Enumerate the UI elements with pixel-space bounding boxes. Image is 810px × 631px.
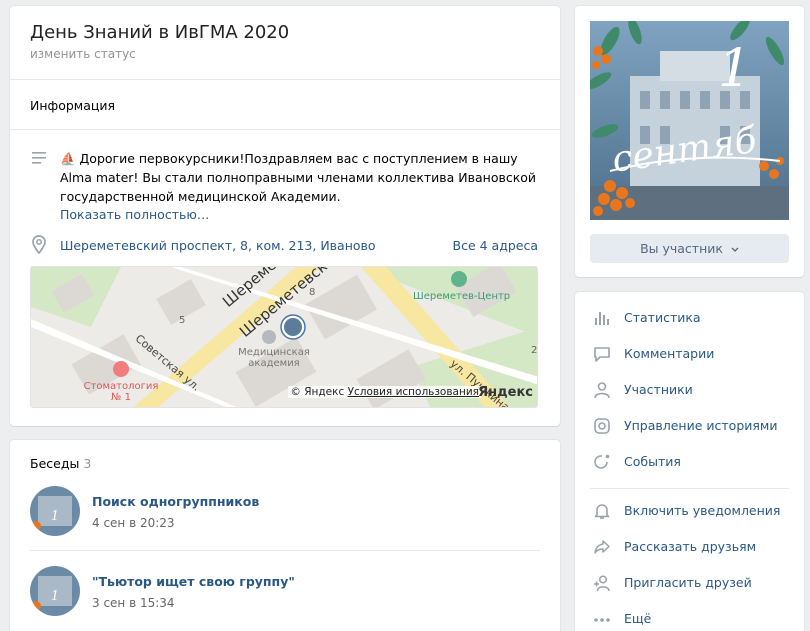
chat-title[interactable]: Поиск одногруппников — [92, 494, 259, 509]
more-icon — [594, 618, 610, 622]
menu-item-comments[interactable]: Комментарии — [590, 343, 790, 367]
menu-item-stories[interactable]: Управление историями — [590, 415, 790, 439]
svg-text:1: 1 — [51, 509, 59, 524]
map-building-number: 2 — [531, 345, 538, 356]
menu-item-share[interactable]: Рассказать друзьям — [590, 536, 790, 560]
menu-item-stats[interactable]: Статистика — [590, 307, 790, 331]
map-poi-label: Стоматология № 1 — [83, 381, 159, 403]
all-addresses-link[interactable]: Все 4 адреса — [453, 238, 539, 253]
address-link[interactable]: Шереметевский проспект, 8, ком. 213, Ива… — [60, 238, 376, 253]
chat-avatar: 1 — [30, 566, 80, 616]
info-header: Информация — [30, 98, 116, 113]
map-terms-link[interactable]: Условия использования — [348, 386, 479, 398]
share-icon — [594, 540, 610, 554]
map-poi-label: Медицинская академия — [238, 347, 310, 369]
group-info-card: День Знаний в ИвГМА 2020 изменить статус… — [10, 6, 560, 426]
yandex-logo: Яндекс — [478, 385, 533, 400]
divider — [590, 488, 789, 489]
chat-time: 4 сен в 20:23 — [92, 516, 175, 530]
location-pin-icon — [32, 235, 46, 254]
map-building-number: 8 — [309, 287, 316, 298]
svg-text:1: 1 — [718, 39, 751, 99]
change-status-link[interactable]: изменить статус — [30, 47, 136, 61]
map-credit: © Яндекс Условия использования — [288, 386, 481, 398]
chats-header[interactable]: Беседы 3 — [30, 456, 91, 471]
chat-time: 3 сен в 15:34 — [92, 596, 175, 610]
svg-text:1: 1 — [51, 589, 59, 604]
menu-item-events[interactable]: События — [590, 451, 790, 475]
chat-title[interactable]: "Тьютор ищет свою группу" — [92, 574, 295, 589]
stats-icon — [595, 312, 609, 325]
page-title: День Знаний в ИвГМА 2020 — [30, 22, 290, 43]
chats-card: Беседы 3 1 Поиск одногруппников 4 сен в 2… — [10, 440, 560, 631]
chat-item[interactable]: 1 Поиск одногруппников 4 сен в 20:23 — [30, 486, 540, 546]
divider — [30, 550, 540, 551]
map-building-number: 5 — [179, 315, 186, 326]
user-icon — [594, 382, 610, 399]
divider — [10, 79, 560, 80]
divider — [10, 129, 560, 130]
menu-item-more[interactable]: Ещё — [590, 608, 790, 631]
group-description: ⛵ Дорогие первокурсники!Поздравляем вас … — [60, 151, 537, 204]
comment-icon — [594, 347, 610, 362]
add-user-icon — [594, 575, 610, 592]
description-icon — [32, 152, 46, 164]
stories-icon — [594, 418, 610, 434]
show-more-link[interactable]: Показать полностью… — [60, 207, 209, 222]
chevron-down-icon — [731, 247, 739, 252]
map[interactable]: Шереметевский Шереметевский Советская ул… — [30, 266, 538, 408]
menu-item-notifications[interactable]: Включить уведомления — [590, 500, 790, 524]
group-avatar[interactable]: 1 сентяб — [590, 21, 789, 220]
menu-item-members[interactable]: Участники — [590, 379, 790, 403]
chat-avatar: 1 — [30, 486, 80, 536]
map-poi-label: Шереметев-Центр — [413, 291, 511, 302]
group-cover-card: 1 сентяб Вы участник — [575, 6, 804, 277]
group-actions-menu: Статистика Комментарии Участники Управле… — [575, 292, 804, 631]
chats-count: 3 — [83, 456, 92, 471]
menu-item-invite[interactable]: Пригласить друзей — [590, 572, 790, 596]
events-icon — [594, 454, 610, 469]
bell-icon — [594, 504, 610, 519]
member-status-button[interactable]: Вы участник — [590, 234, 789, 263]
chat-item[interactable]: 1 "Тьютор ищет свою группу" 3 сен в 15:3… — [30, 566, 540, 626]
